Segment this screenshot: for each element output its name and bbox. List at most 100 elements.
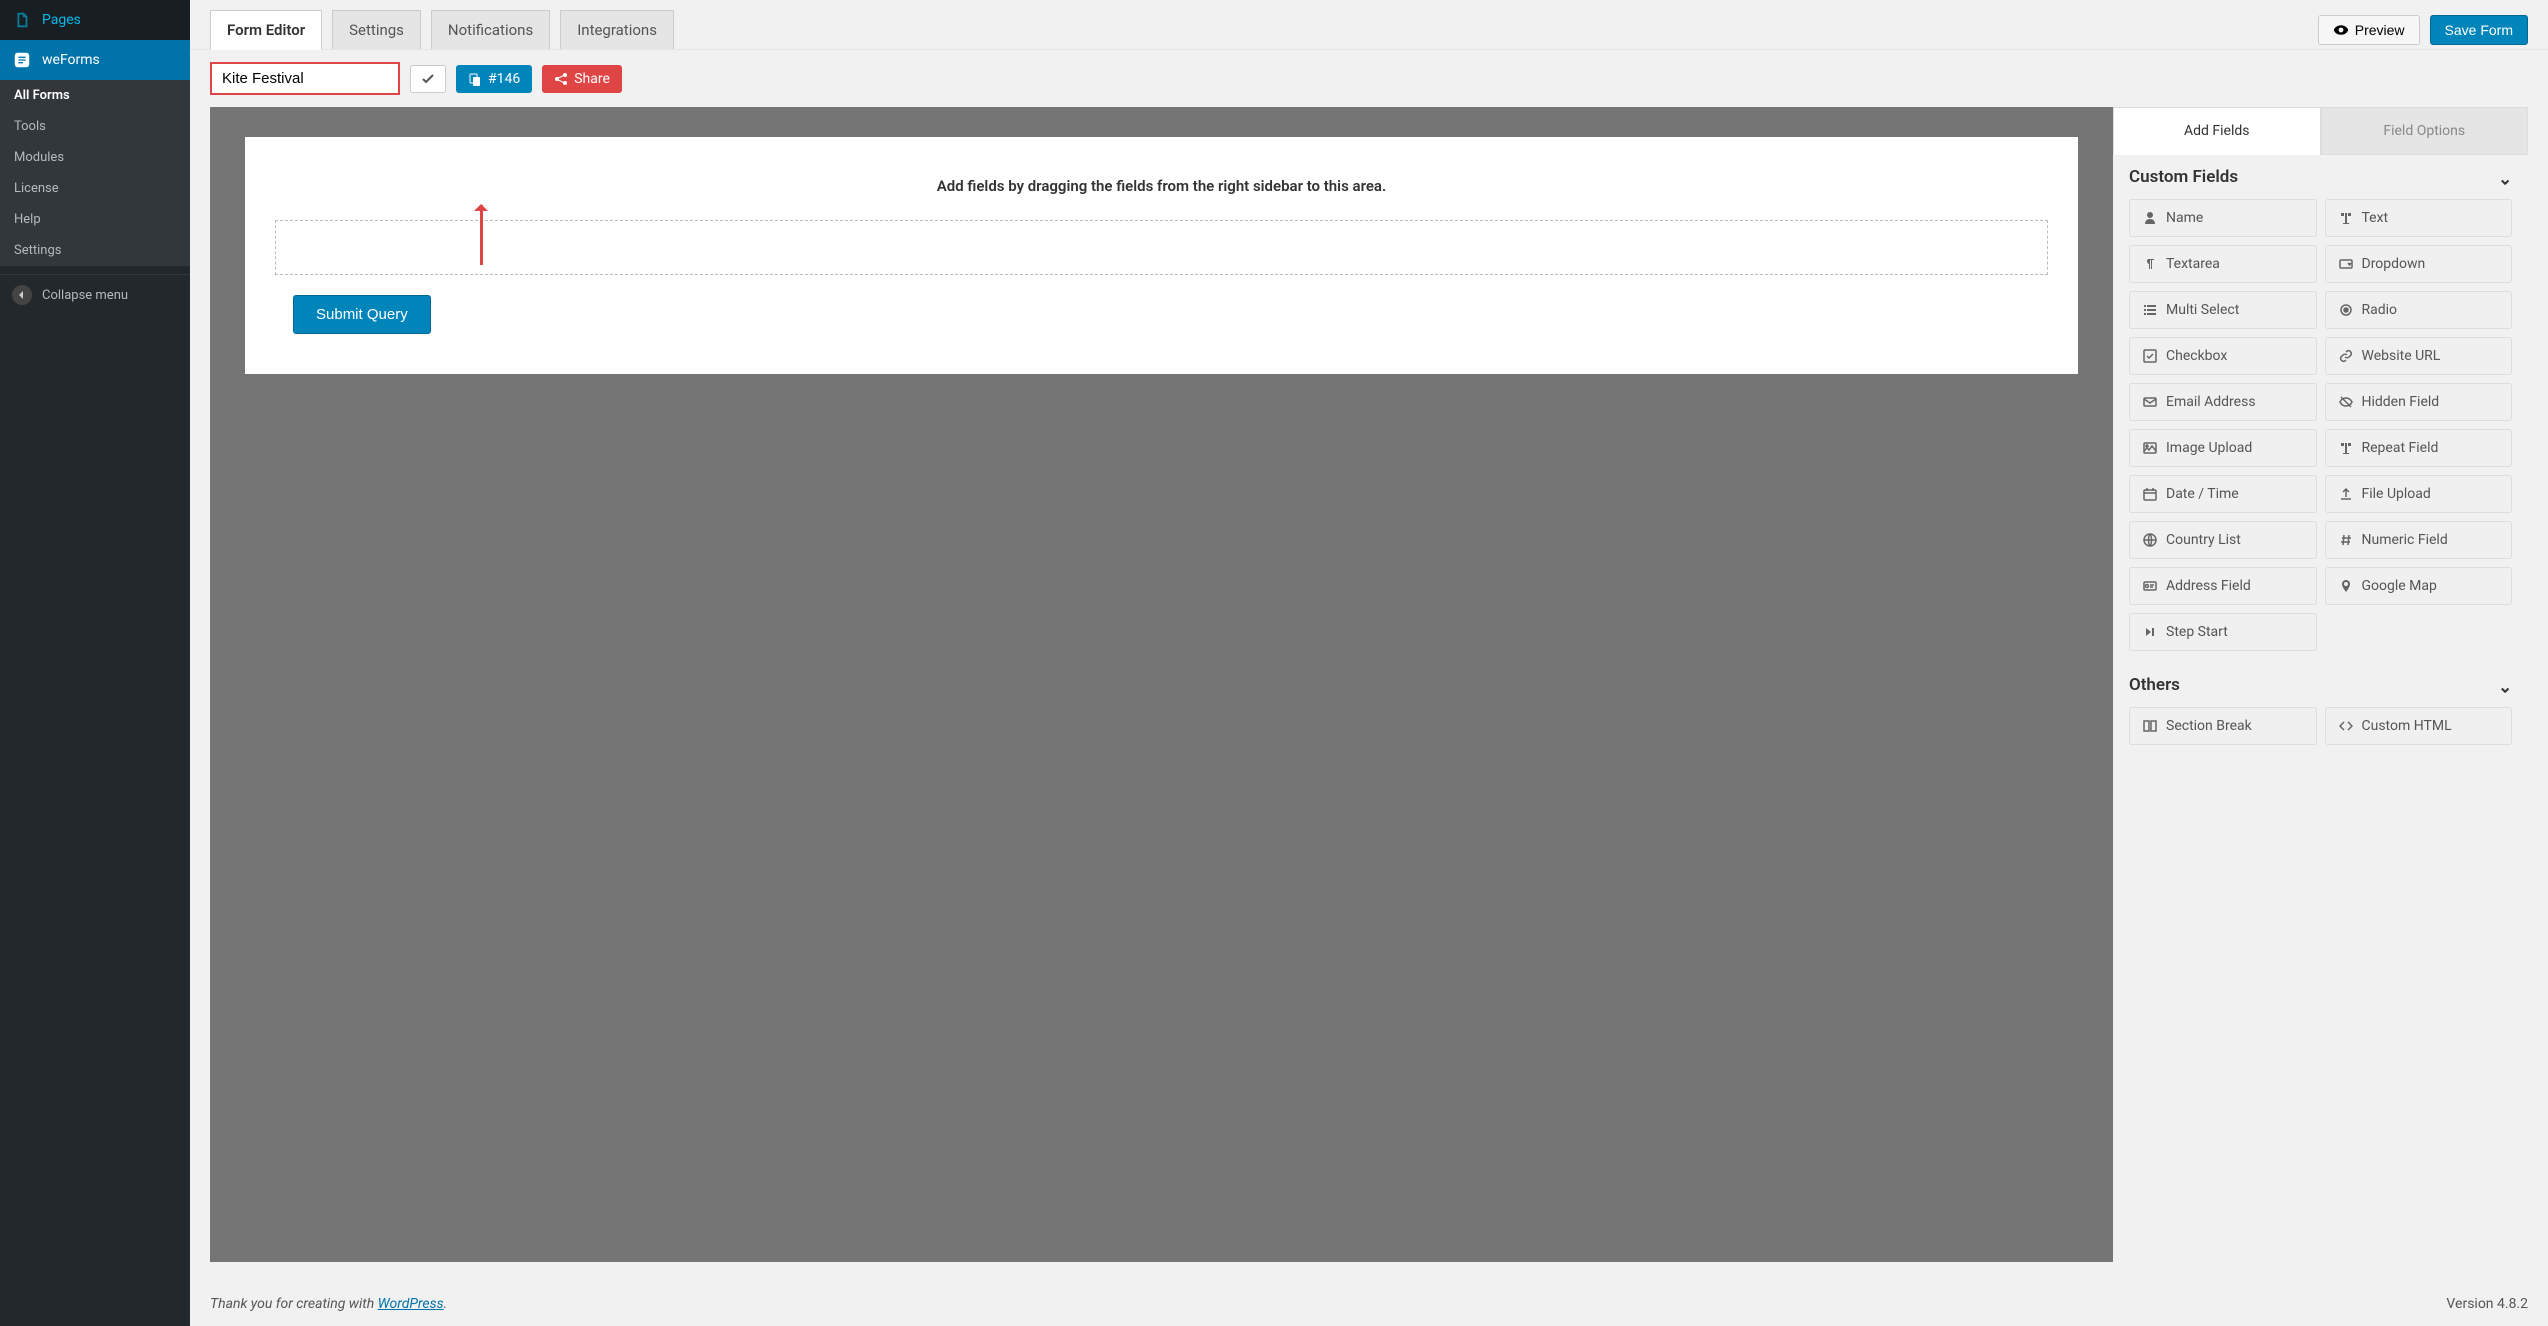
share-button[interactable]: Share [542, 65, 622, 93]
footer: Thank you for creating with WordPress. V… [190, 1282, 2548, 1326]
user-icon [2142, 211, 2158, 225]
section-head-custom[interactable]: Custom Fields ⌃ [2129, 167, 2512, 187]
field-radio[interactable]: Radio [2325, 291, 2513, 329]
field-dropdown[interactable]: Dropdown [2325, 245, 2513, 283]
sidebar-item-pages[interactable]: Pages [0, 0, 190, 40]
field-text[interactable]: Text [2325, 199, 2513, 237]
weforms-icon [12, 50, 32, 70]
sidebar-label: Pages [42, 12, 81, 28]
field-image-upload[interactable]: Image Upload [2129, 429, 2317, 467]
field-checkbox[interactable]: Checkbox [2129, 337, 2317, 375]
chevron-down-icon: ⌃ [2498, 675, 2512, 695]
calendar-icon [2142, 487, 2158, 501]
field-label: Name [2166, 210, 2203, 226]
field-hidden-field[interactable]: Hidden Field [2325, 383, 2513, 421]
field-label: Text [2362, 210, 2389, 226]
tab-notifications[interactable]: Notifications [431, 10, 550, 50]
other-fields-grid: Section Break Custom HTML [2129, 707, 2512, 745]
text-icon [2338, 211, 2354, 225]
field-label: Date / Time [2166, 486, 2239, 502]
field-label: Website URL [2362, 348, 2441, 364]
eye-slash-icon [2338, 395, 2354, 409]
form-id-badge[interactable]: #146 [456, 65, 532, 93]
field-country-list[interactable]: Country List [2129, 521, 2317, 559]
confirm-title-button[interactable] [410, 65, 446, 93]
field-label: Email Address [2166, 394, 2256, 410]
chevron-down-icon: ⌃ [2498, 167, 2512, 187]
sidebar-item-license[interactable]: License [0, 173, 190, 204]
mail-icon [2142, 395, 2158, 409]
field-date-time[interactable]: Date / Time [2129, 475, 2317, 513]
sidebar-item-help[interactable]: Help [0, 204, 190, 235]
field-email-address[interactable]: Email Address [2129, 383, 2317, 421]
field-repeat-field[interactable]: Repeat Field [2325, 429, 2513, 467]
hash-icon [2338, 533, 2354, 547]
field-name[interactable]: Name [2129, 199, 2317, 237]
collapse-icon [12, 285, 32, 305]
radio-icon [2338, 303, 2354, 317]
admin-sidebar: Pages weForms All Forms Tools Modules Li… [0, 0, 190, 1326]
collapse-label: Collapse menu [42, 288, 128, 303]
right-panel-tabs: Add Fields Field Options [2113, 107, 2528, 155]
pages-icon [12, 10, 32, 30]
field-label: Textarea [2166, 256, 2220, 272]
footer-version: Version 4.8.2 [2446, 1296, 2528, 1312]
section-head-others[interactable]: Others ⌃ [2129, 675, 2512, 695]
preview-button[interactable]: Preview [2318, 15, 2420, 45]
main-content: Form Editor Settings Notifications Integ… [190, 0, 2548, 1326]
sidebar-submenu: All Forms Tools Modules License Help Set… [0, 80, 190, 266]
form-title-input[interactable] [210, 62, 400, 95]
share-icon [554, 72, 568, 86]
eye-icon [2333, 22, 2349, 38]
field-numeric-field[interactable]: Numeric Field [2325, 521, 2513, 559]
field-website-url[interactable]: Website URL [2325, 337, 2513, 375]
field-label: Dropdown [2362, 256, 2426, 272]
collapse-menu-button[interactable]: Collapse menu [0, 274, 190, 315]
topbar-actions: Preview Save Form [2318, 15, 2528, 45]
submit-button[interactable]: Submit Query [293, 295, 431, 334]
section-others: Others ⌃ Section Break Custom HTML [2113, 663, 2528, 757]
sidebar-item-settings[interactable]: Settings [0, 235, 190, 266]
tab-form-editor[interactable]: Form Editor [210, 10, 322, 50]
save-form-button[interactable]: Save Form [2430, 15, 2528, 45]
tab-settings[interactable]: Settings [332, 10, 421, 50]
copy-icon [468, 72, 482, 86]
field-multi-select[interactable]: Multi Select [2129, 291, 2317, 329]
pin-icon [2338, 579, 2354, 593]
field-label: Google Map [2362, 578, 2437, 594]
sidebar-item-tools[interactable]: Tools [0, 111, 190, 142]
form-subbar: #146 Share [190, 49, 2548, 107]
field-address-field[interactable]: Address Field [2129, 567, 2317, 605]
field-drop-zone[interactable] [275, 220, 2048, 275]
tab-field-options[interactable]: Field Options [2321, 107, 2529, 155]
sidebar-item-weforms[interactable]: weForms [0, 40, 190, 80]
annotation-arrow [480, 205, 483, 265]
field-label: Checkbox [2166, 348, 2227, 364]
text-icon [2338, 441, 2354, 455]
field-google-map[interactable]: Google Map [2325, 567, 2513, 605]
field-label: Section Break [2166, 718, 2252, 734]
field-custom-html[interactable]: Custom HTML [2325, 707, 2513, 745]
form-canvas: Add fields by dragging the fields from t… [245, 137, 2078, 374]
code-icon [2338, 719, 2354, 733]
canvas-hint: Add fields by dragging the fields from t… [275, 177, 2048, 195]
section-title: Custom Fields [2129, 167, 2238, 187]
tab-add-fields[interactable]: Add Fields [2113, 107, 2321, 155]
field-label: Numeric Field [2362, 532, 2448, 548]
field-file-upload[interactable]: File Upload [2325, 475, 2513, 513]
section-title: Others [2129, 675, 2180, 695]
tab-integrations[interactable]: Integrations [560, 10, 674, 50]
field-label: Radio [2362, 302, 2398, 318]
preview-label: Preview [2355, 22, 2405, 38]
check-icon [2142, 349, 2158, 363]
upload-icon [2338, 487, 2354, 501]
section-custom-fields: Custom Fields ⌃ Name Text Textarea Dropdown… [2113, 155, 2528, 663]
sidebar-item-modules[interactable]: Modules [0, 142, 190, 173]
sidebar-item-all-forms[interactable]: All Forms [0, 80, 190, 111]
field-textarea[interactable]: Textarea [2129, 245, 2317, 283]
field-section-break[interactable]: Section Break [2129, 707, 2317, 745]
field-step-start[interactable]: Step Start [2129, 613, 2317, 651]
wordpress-link[interactable]: WordPress [378, 1296, 444, 1312]
footer-thanks: Thank you for creating with WordPress. [210, 1296, 447, 1312]
image-icon [2142, 441, 2158, 455]
